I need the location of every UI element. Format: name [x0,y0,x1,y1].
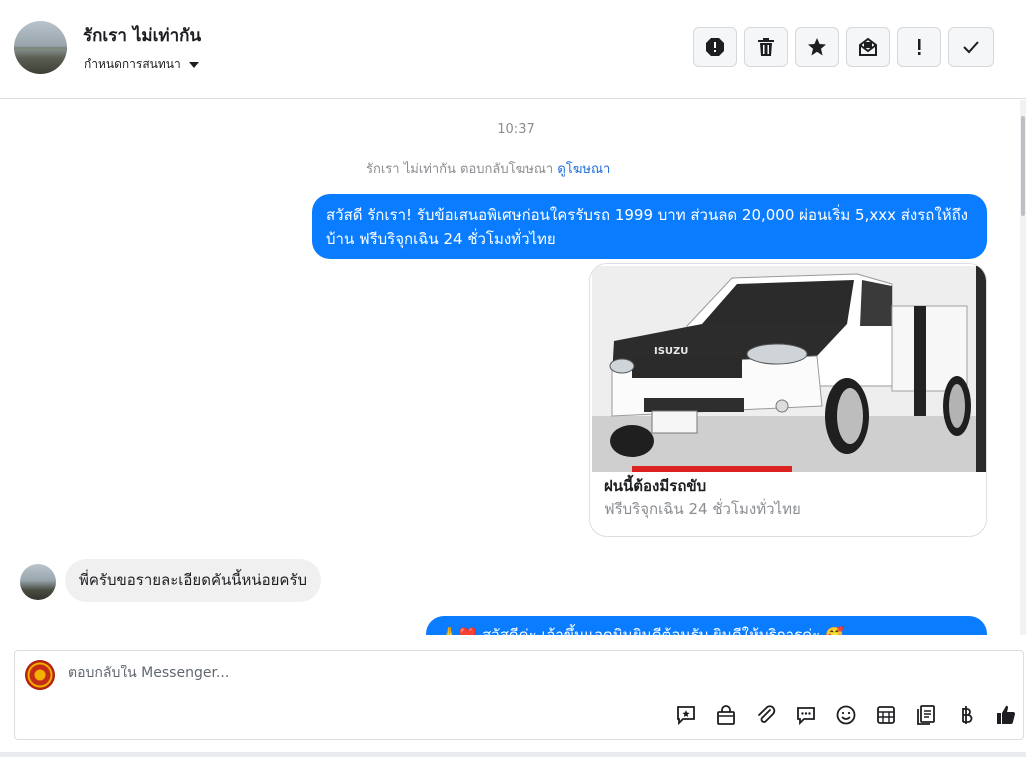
conversation-header: รักเรา ไม่เท่ากัน กำหนดการสนทนา [0,0,1026,99]
ad-title: ฝนนี้ต้องมีรถขับ [604,477,707,495]
like-icon [997,705,1015,724]
baht-icon [962,706,973,724]
delete-button[interactable] [744,27,788,67]
document-icon [917,705,935,725]
outgoing-message-2: 🙏❤️ สวัสดีค่ะ เจ้าขึ้นแอดมินยินดีต้อนรับ… [426,616,987,635]
message-composer [14,650,1024,740]
payment-button[interactable] [951,702,981,728]
trash-icon [758,38,774,56]
scroll-thumb[interactable] [1021,116,1025,216]
message-thread[interactable]: 10:37 รักเรา ไม่เท่ากัน ตอบกลับโฆษณา ดูโ… [0,100,1020,635]
shop-button[interactable] [711,702,741,728]
page-avatar [25,660,55,690]
ad-image: ISUZU [592,266,986,472]
important-icon [918,39,921,55]
saved-replies-button[interactable] [791,702,821,728]
bottom-strip [0,752,1026,757]
star-button[interactable] [795,27,839,67]
contact-avatar-small[interactable] [20,564,56,600]
outgoing-message: สวัสดี รักเรา! รับข้อเสนอพิเศษก่อนใครรับ… [312,194,987,259]
contact-name[interactable]: รักเรา ไม่เท่ากัน [83,22,201,49]
brand-text: ISUZU [654,346,688,357]
saved-replies-icon [797,707,815,726]
ad-reply-note: รักเรา ไม่เท่ากัน ตอบกลับโฆษณา ดูโฆษณา [366,158,610,179]
mark-unread-icon [859,37,877,56]
spam-button[interactable] [693,27,737,67]
table-button[interactable] [871,702,901,728]
important-button[interactable] [897,27,941,67]
chevron-down-icon [188,61,199,68]
thread-scrollbar[interactable] [1020,100,1026,635]
message-timestamp: 10:37 [497,122,535,137]
shop-bag-icon [717,705,735,725]
assign-label: กำหนดการสนทนา [84,57,181,71]
done-icon [963,41,979,54]
quick-reply-button[interactable] [671,702,701,728]
composer-toolbar [671,702,1021,728]
attach-button[interactable] [751,702,781,728]
emoji-button[interactable] [831,702,861,728]
reply-input[interactable] [68,665,948,681]
like-button[interactable] [991,702,1021,728]
incoming-message: พี่ครับขอรายละเอียดคันนี้หน่อยครับ [65,559,322,602]
quick-reply-icon [677,706,695,726]
star-icon [808,38,826,56]
document-button[interactable] [911,702,941,728]
ad-note-text: รักเรา ไม่เท่ากัน ตอบกลับโฆษณา [366,162,554,177]
spam-icon [706,38,724,56]
contact-avatar[interactable] [14,21,67,74]
attachment-icon [758,705,776,723]
mark-unread-button[interactable] [846,27,890,67]
header-actions [693,27,994,67]
mark-done-button[interactable] [948,27,994,67]
ad-subtitle: ฟรีบริจุกเฉิน 24 ชั่วโมงทั่วไทย [604,500,801,518]
pickup-truck-image: ISUZU [592,266,986,472]
table-icon [877,706,895,724]
ad-card[interactable]: ISUZU ฝนนี้ต้องมีรถขับ ฟรีบริจุกเฉิน 24 … [589,263,987,537]
assign-conversation-dropdown[interactable]: กำหนดการสนทนา [84,55,199,74]
view-ad-link[interactable]: ดูโฆษณา [557,162,610,177]
emoji-icon [836,705,856,725]
